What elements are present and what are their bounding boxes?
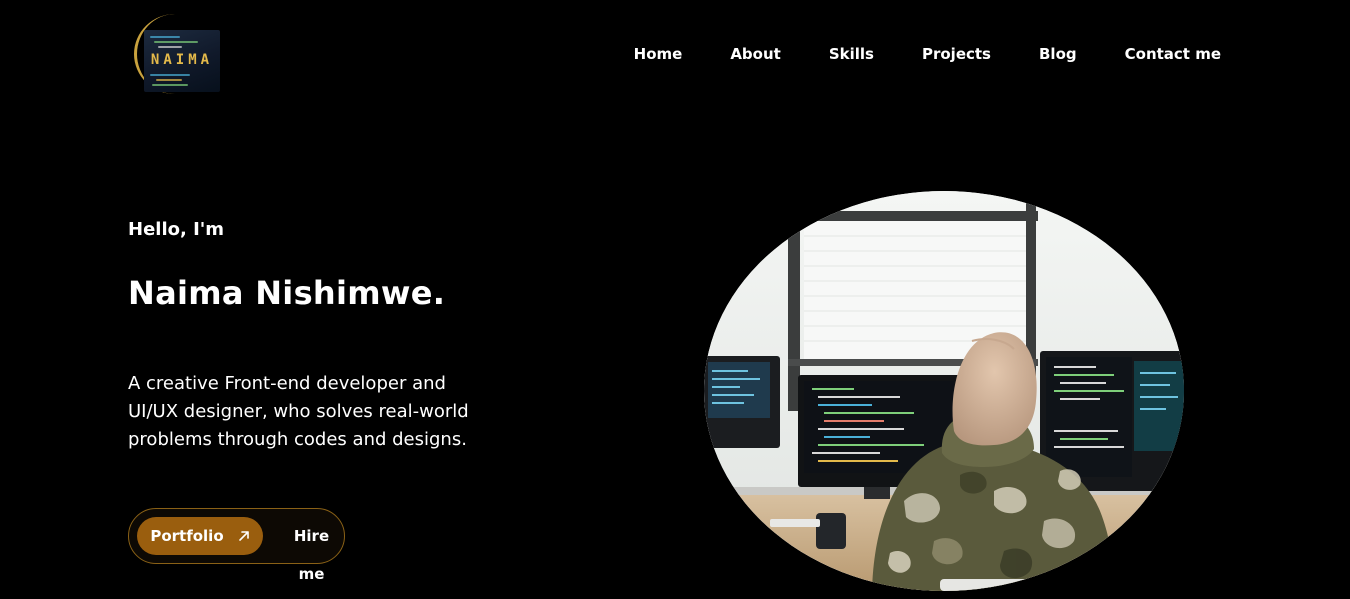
hero-photo <box>704 191 1184 591</box>
nav-item-home[interactable]: Home <box>634 45 683 63</box>
hero-description: A creative Front-end developer and UI/UX… <box>128 373 469 450</box>
nav-item-blog[interactable]: Blog <box>1039 45 1077 63</box>
hire-me-button[interactable]: Hire me <box>279 517 344 583</box>
arrow-up-right-icon <box>238 531 249 541</box>
nav-item-about[interactable]: About <box>730 45 781 63</box>
main-nav: Home About Skills Projects Blog Contact … <box>634 45 1221 63</box>
nav-item-projects[interactable]: Projects <box>922 45 991 63</box>
hero-greeting: Hello, I'm <box>128 219 225 240</box>
hero-name: Naima Nishimwe. <box>128 274 446 312</box>
page: NAIMA Home About Skills Projects Blog Co… <box>0 0 1350 599</box>
nav-item-contact[interactable]: Contact me <box>1125 45 1221 63</box>
portfolio-button-label: Portfolio <box>150 527 224 545</box>
brand-logo[interactable]: NAIMA <box>134 14 222 96</box>
cta-group: Portfolio Hire me <box>128 508 345 583</box>
portfolio-button[interactable]: Portfolio <box>137 517 263 555</box>
nav-item-skills[interactable]: Skills <box>829 45 874 63</box>
logo-code-screen: NAIMA <box>144 30 220 92</box>
hero-photo-illustration <box>704 191 1184 591</box>
logo-text: NAIMA <box>150 52 214 68</box>
